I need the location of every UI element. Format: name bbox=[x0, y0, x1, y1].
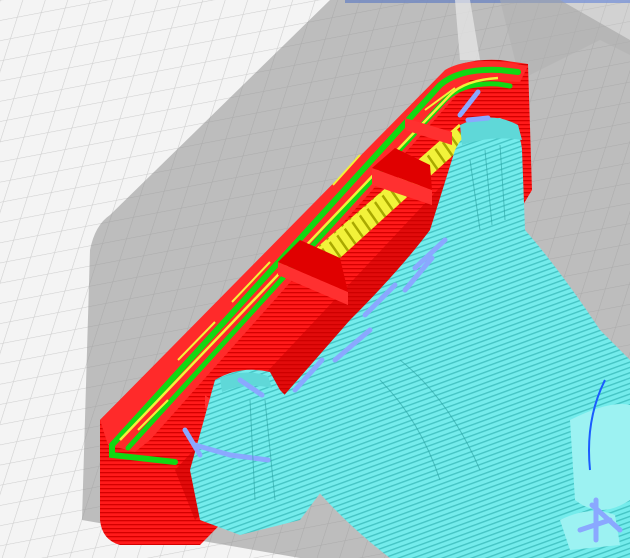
3d-viewport[interactable] bbox=[0, 0, 630, 558]
slicer-preview-scene[interactable] bbox=[0, 0, 630, 558]
